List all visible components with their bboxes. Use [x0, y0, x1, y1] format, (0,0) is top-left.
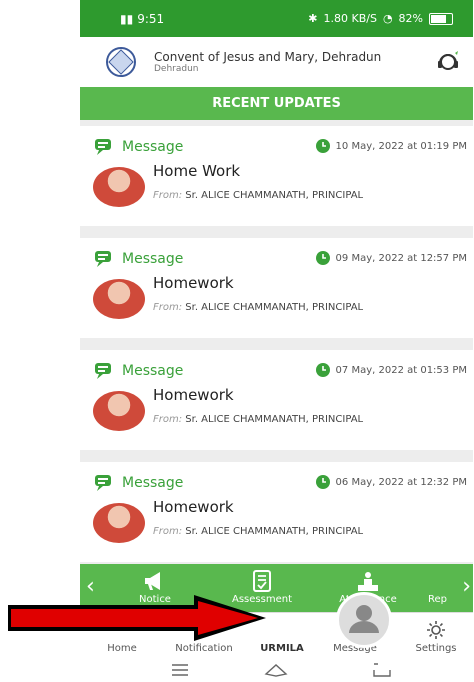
message-type-label: Message	[122, 475, 184, 491]
from-label: From:	[153, 526, 183, 537]
message-type-label: Message	[122, 251, 184, 267]
message-date: 09 May, 2022 at 12:57 PM	[315, 251, 467, 265]
support-agent-icon[interactable]	[435, 49, 461, 75]
message-type: Message	[94, 474, 183, 492]
message-date-text: 09 May, 2022 at 12:57 PM	[335, 252, 467, 264]
sender-avatar	[93, 167, 145, 207]
sender-avatar	[93, 391, 145, 431]
megaphone-icon	[145, 572, 160, 590]
message-card[interactable]: Message 07 May, 2022 at 01:53 PM Homewor…	[80, 350, 473, 450]
school-name: Convent of Jesus and Mary, Dehradun	[154, 50, 382, 64]
status-right: ✱ 1.80 KB/S ◔ 82%	[308, 12, 453, 25]
message-title: Home Work	[153, 162, 241, 180]
school-logo	[106, 47, 136, 77]
clock-icon	[315, 363, 330, 377]
sender-avatar	[93, 279, 145, 319]
from-label: From:	[153, 414, 183, 425]
profile-icon	[349, 605, 379, 633]
chat-bubble-icon	[95, 475, 111, 491]
network-speed: 1.80 KB/S	[323, 12, 377, 25]
message-type-label: Message	[122, 363, 184, 379]
nav-label: URMILA	[260, 643, 304, 654]
school-info: Convent of Jesus and Mary, Dehradun Dehr…	[154, 50, 435, 74]
annotation-arrow-icon	[8, 595, 266, 641]
message-date: 06 May, 2022 at 12:32 PM	[315, 475, 467, 489]
tab-label: Rep	[428, 594, 447, 605]
signal-icon: ▮▮	[120, 11, 134, 26]
message-date: 10 May, 2022 at 01:19 PM	[315, 139, 467, 153]
home-button-icon[interactable]	[264, 662, 288, 678]
message-title: Homework	[153, 498, 234, 516]
message-from: From: Sr. ALICE CHAMMANATH, PRINCIPAL	[153, 302, 363, 313]
nav-settings[interactable]: Settings	[397, 613, 473, 660]
wifi-icon: ◔	[382, 12, 393, 25]
assessment-icon	[253, 570, 271, 592]
message-type: Message	[94, 362, 183, 380]
gear-icon	[427, 621, 445, 639]
message-from: From: Sr. ALICE CHAMMANATH, PRINCIPAL	[153, 526, 363, 537]
nav-label: Home	[107, 643, 137, 654]
system-navigation-bar	[80, 659, 473, 682]
message-card[interactable]: Message 10 May, 2022 at 01:19 PM Home Wo…	[80, 126, 473, 226]
status-time: 9:51	[137, 11, 165, 26]
bluetooth-icon: ✱	[308, 12, 318, 25]
from-label: From:	[153, 190, 183, 201]
sender-name: Sr. ALICE CHAMMANATH, PRINCIPAL	[185, 526, 364, 537]
chat-bubble-icon	[95, 251, 111, 267]
message-date-text: 07 May, 2022 at 01:53 PM	[335, 364, 467, 376]
clock-icon	[315, 139, 330, 153]
sender-avatar	[93, 503, 145, 543]
tab-report[interactable]: Rep	[420, 564, 460, 612]
sender-name: Sr. ALICE CHAMMANATH, PRINCIPAL	[185, 414, 364, 425]
school-city: Dehradun	[154, 64, 199, 74]
battery-percent: 82%	[398, 12, 423, 25]
status-left: ▮▮ 9:51	[120, 12, 164, 26]
status-bar: ▮▮ 9:51 ✱ 1.80 KB/S ◔ 82%	[80, 0, 473, 37]
message-type: Message	[94, 138, 183, 156]
clock-icon	[315, 251, 330, 265]
message-from: From: Sr. ALICE CHAMMANATH, PRINCIPAL	[153, 414, 363, 425]
message-type: Message	[94, 250, 183, 268]
message-date: 07 May, 2022 at 01:53 PM	[315, 363, 467, 377]
menu-icon[interactable]	[170, 663, 190, 677]
message-card[interactable]: Message 09 May, 2022 at 12:57 PM Homewor…	[80, 238, 473, 338]
message-card[interactable]: Message 06 May, 2022 at 12:32 PM Homewor…	[80, 462, 473, 562]
nav-label: Settings	[415, 643, 457, 654]
message-from: From: Sr. ALICE CHAMMANATH, PRINCIPAL	[153, 190, 363, 201]
nav-label: Notification	[175, 643, 233, 654]
chat-bubble-icon	[95, 363, 111, 379]
message-date-text: 06 May, 2022 at 12:32 PM	[335, 476, 467, 488]
profile-avatar-button[interactable]	[336, 592, 392, 648]
attendance-icon	[358, 572, 378, 591]
app-header: Convent of Jesus and Mary, Dehradun Dehr…	[80, 37, 473, 87]
message-title: Homework	[153, 386, 234, 404]
sender-name: Sr. ALICE CHAMMANATH, PRINCIPAL	[185, 302, 364, 313]
phone-screen: ▮▮ 9:51 ✱ 1.80 KB/S ◔ 82% Convent of Jes…	[80, 0, 473, 682]
chat-bubble-icon	[95, 139, 111, 155]
message-date-text: 10 May, 2022 at 01:19 PM	[335, 140, 467, 152]
back-icon[interactable]	[372, 662, 392, 678]
recent-updates-header: RECENT UPDATES	[80, 87, 473, 120]
from-label: From:	[153, 302, 183, 313]
battery-icon	[429, 12, 453, 25]
message-type-label: Message	[122, 139, 184, 155]
chevron-right-icon[interactable]: ›	[462, 574, 471, 599]
clock-icon	[315, 475, 330, 489]
sender-name: Sr. ALICE CHAMMANATH, PRINCIPAL	[185, 190, 364, 201]
message-title: Homework	[153, 274, 234, 292]
